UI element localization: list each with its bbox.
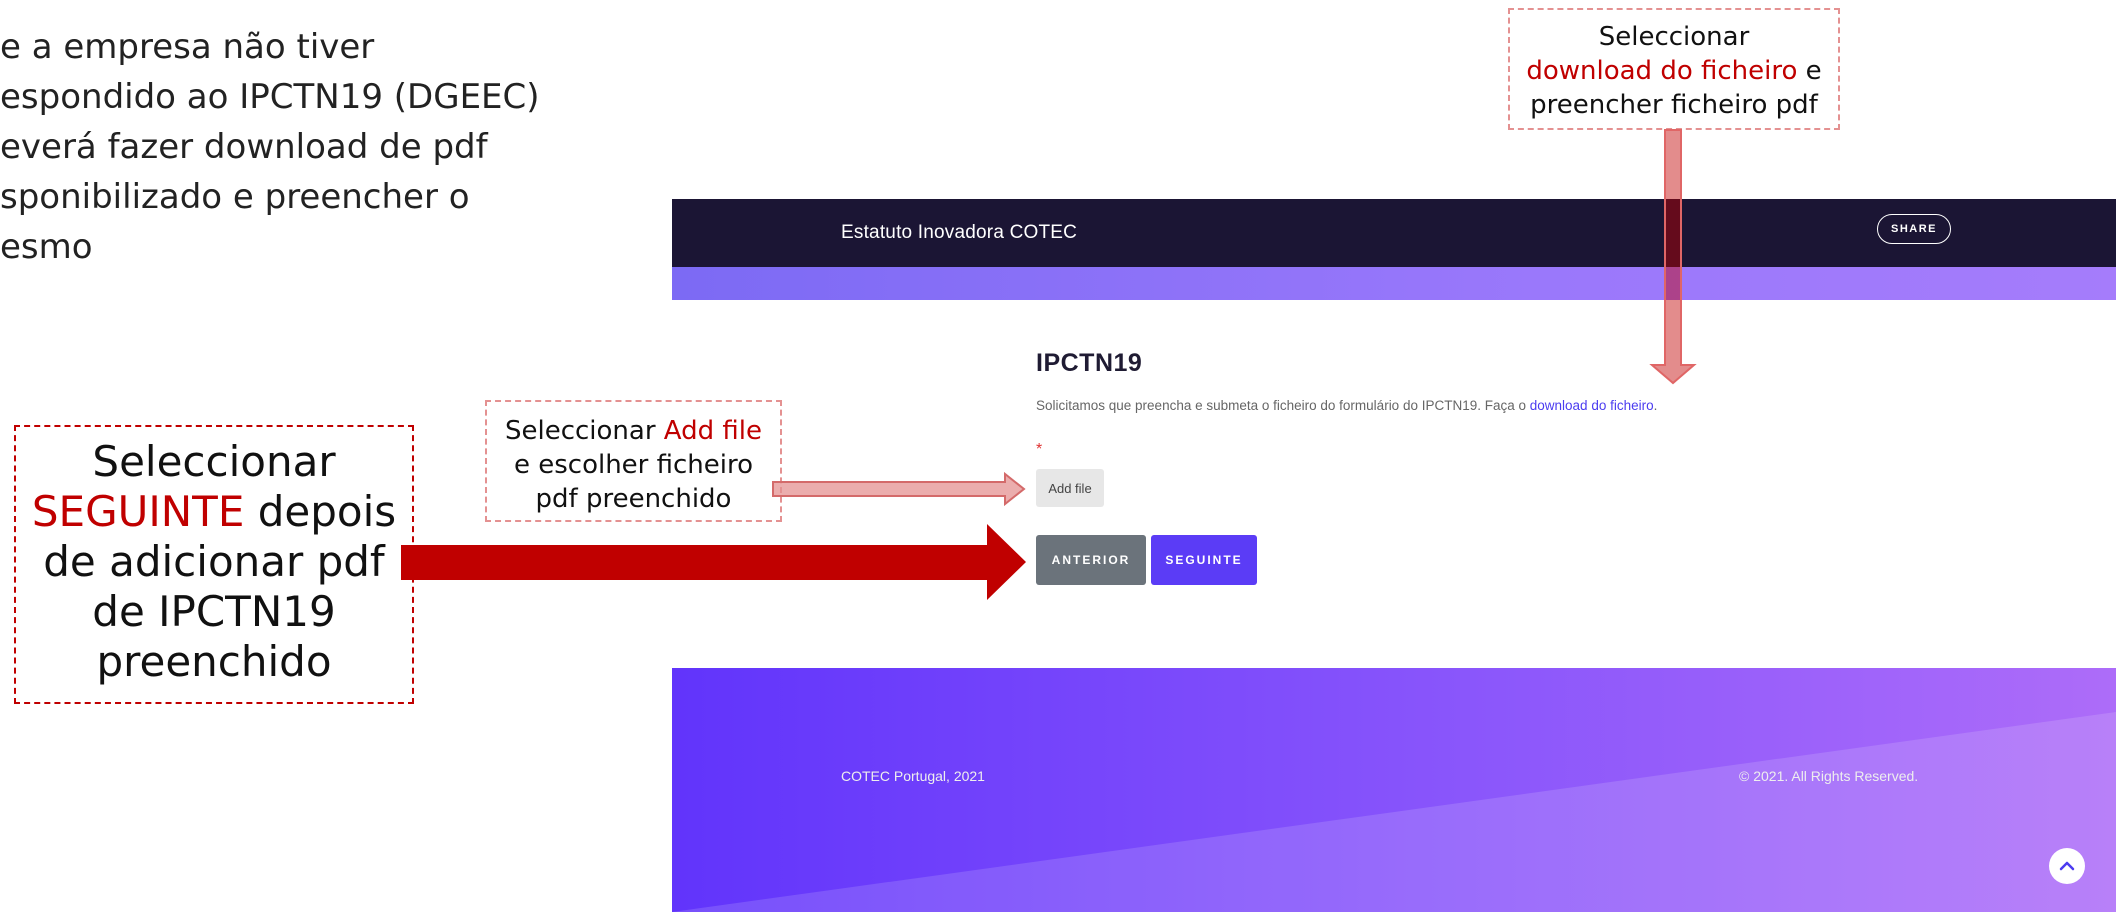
callout-download-line1: Seleccionar <box>1598 22 1750 52</box>
form-description: Solicitamos que preencha e submeta o fic… <box>1036 398 1657 413</box>
download-file-link[interactable]: download do ficheiro <box>1530 398 1654 413</box>
callout-next-line5: preenchido <box>96 637 332 686</box>
callout-download-line2: download do ficheiro e <box>1510 54 1838 88</box>
instruction-text: e a empresa não tiver espondido ao IPCTN… <box>0 27 540 267</box>
callout-next-line2: SEGUINTE depois <box>16 487 412 537</box>
footer-copyright-right: © 2021. All Rights Reserved. <box>1739 768 1919 784</box>
callout-next-after: depois <box>244 487 397 536</box>
add-file-button[interactable]: Add file <box>1036 469 1104 507</box>
page-title: IPCTN19 <box>1036 349 1143 377</box>
callout-download: Seleccionar download do ficheiro e preen… <box>1508 8 1840 130</box>
scroll-to-top-button[interactable] <box>2049 848 2085 884</box>
form-description-end: . <box>1653 398 1658 413</box>
callout-download-after: e <box>1797 56 1822 86</box>
callout-download-highlight: download do ficheiro <box>1526 56 1798 86</box>
share-button[interactable]: SHARE <box>1877 214 1951 244</box>
brand-title[interactable]: Estatuto Inovadora COTEC <box>841 199 1077 267</box>
footer-diagonal-shape <box>672 712 2116 912</box>
callout-next-line3: de adicionar pdf <box>43 537 385 586</box>
header-strip <box>672 267 2116 300</box>
previous-button[interactable]: ANTERIOR <box>1036 535 1146 585</box>
chevron-up-icon <box>2059 861 2075 871</box>
top-navbar: Estatuto Inovadora COTEC SHARE <box>672 199 2116 267</box>
next-button[interactable]: SEGUINTE <box>1151 535 1257 585</box>
required-marker: * <box>1036 441 1043 458</box>
form-description-text: Solicitamos que preencha e submeta o fic… <box>1036 398 1530 413</box>
callout-next-highlight: SEGUINTE <box>31 487 245 536</box>
app-screenshot: Estatuto Inovadora COTEC SHARE IPCTN19 S… <box>672 199 2116 912</box>
callout-next-line1: Seleccionar <box>92 437 336 486</box>
callout-add-file-before: Seleccionar <box>504 416 664 446</box>
callout-next-line4: de IPCTN19 <box>92 587 336 636</box>
footer: COTEC Portugal, 2021 © 2021. All Rights … <box>672 668 2116 912</box>
callout-next: Seleccionar SEGUINTE depois de adicionar… <box>14 425 414 704</box>
footer-copyright-left: COTEC Portugal, 2021 <box>841 768 985 784</box>
callout-download-line3: preencher ficheiro pdf <box>1530 90 1818 120</box>
